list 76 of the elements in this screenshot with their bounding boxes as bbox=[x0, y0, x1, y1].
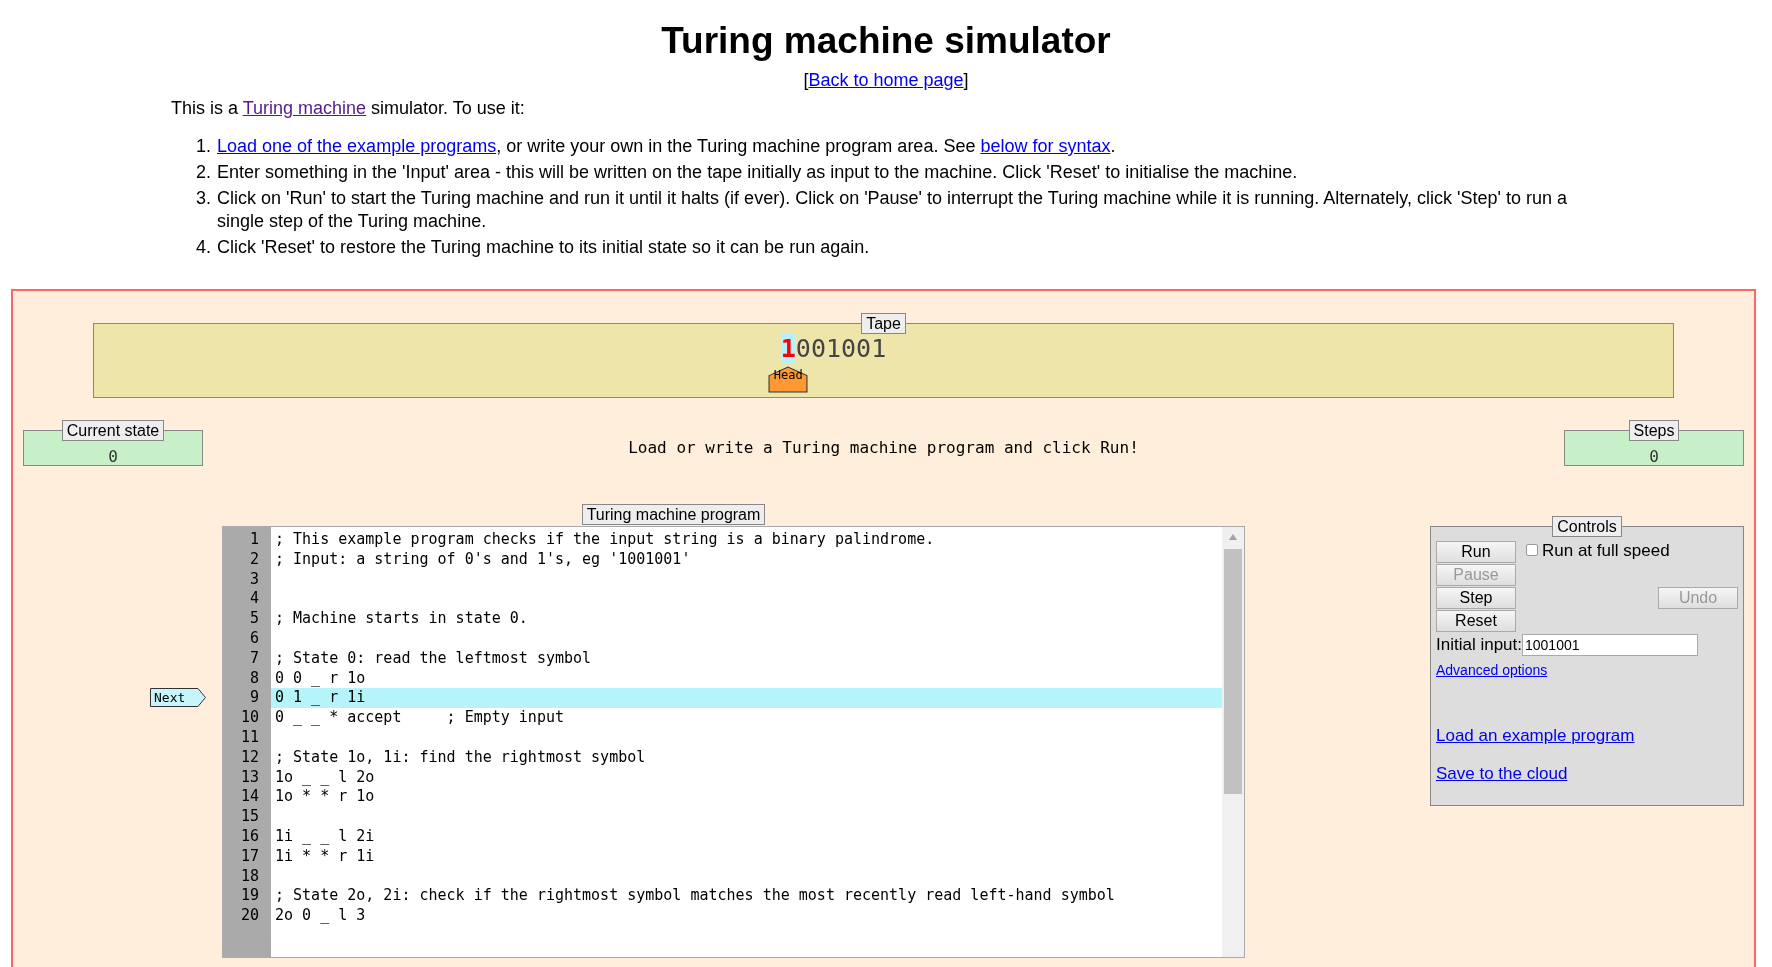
instruction-text: Load one of the example programs, or write your own in the Turing machine program area. See below for syntax. bbox=[217, 135, 1116, 158]
steps-label: Steps bbox=[1628, 420, 1680, 441]
code-line: ; State 1o, 1i: find the rightmost symbol bbox=[274, 747, 647, 768]
line-number: 14 bbox=[239, 787, 260, 808]
code-line: ; State 0: read the leftmost symbol bbox=[274, 648, 593, 669]
home-link[interactable]: Back to home page bbox=[808, 70, 964, 90]
bracket: [ bbox=[803, 70, 809, 90]
tape-cell: 1 bbox=[825, 334, 842, 364]
list-number: 3. bbox=[195, 187, 212, 210]
text-link[interactable]: Turing machine bbox=[242, 98, 367, 118]
head-marker: Head bbox=[768, 366, 809, 393]
code-line: 0 0 _ r 1o bbox=[274, 668, 367, 689]
code-line: 2o 0 _ l 3 bbox=[274, 906, 367, 926]
code-line: 1i _ _ l 2i bbox=[274, 826, 376, 847]
current-state-label: Current state bbox=[61, 420, 165, 441]
control-button[interactable]: Reset bbox=[1436, 610, 1516, 632]
code-line: ; Machine starts in state 0. bbox=[274, 609, 529, 629]
controls-label: Controls bbox=[1552, 516, 1622, 537]
list-number: 4. bbox=[195, 236, 212, 259]
tape-cell: 0 bbox=[810, 334, 826, 364]
tape-label: Tape bbox=[861, 313, 906, 334]
code-line: 1o _ _ l 2o bbox=[274, 767, 376, 788]
line-number: 16 bbox=[239, 826, 260, 847]
status-message: Load or write a Turing machine program and click Run! bbox=[628, 438, 1139, 457]
tape-cell: 0 bbox=[841, 334, 857, 364]
current-state-value: 0 bbox=[107, 447, 119, 466]
code-line: 1i * * r 1i bbox=[274, 846, 376, 867]
line-number: 4 bbox=[248, 589, 260, 610]
control-button[interactable]: Step bbox=[1436, 587, 1516, 609]
steps-value: 0 bbox=[1648, 447, 1660, 466]
line-number: 3 bbox=[248, 569, 260, 590]
list-number: 2. bbox=[195, 161, 212, 184]
input-label: Initial input: bbox=[1436, 635, 1522, 655]
line-number: 12 bbox=[239, 747, 260, 768]
line-number: 17 bbox=[239, 846, 260, 867]
initial-input-field[interactable]: 1001001 bbox=[1522, 634, 1698, 656]
line-number: 18 bbox=[239, 866, 260, 887]
text-link[interactable]: Save to the cloud bbox=[1436, 764, 1568, 784]
page-title: Turing machine simulator bbox=[660, 19, 1112, 63]
bracket: ] bbox=[963, 70, 969, 90]
advanced-options-link[interactable]: Advanced options bbox=[1436, 662, 1548, 678]
list-number: 1. bbox=[195, 135, 212, 158]
line-number: 11 bbox=[239, 727, 260, 748]
code-line: ; Input: a string of 0's and 1's, eg '1001001' bbox=[274, 549, 692, 570]
code-line: 1o * * r 1o bbox=[274, 787, 376, 808]
checkbox-label: Run at full speed bbox=[1542, 541, 1670, 561]
code-line: ; State 2o, 2i: check if the rightmost symbol matches the most recently read left-hand symbol bbox=[274, 886, 1116, 907]
instruction-text: Enter something in the 'Input' area - this will be written on the tape initially as input to the machine. Click 'Reset' to initialise the machine. bbox=[217, 161, 1298, 184]
line-number: 9 bbox=[248, 688, 260, 709]
line-number: 6 bbox=[248, 629, 260, 649]
code-line: ; This example program checks if the input string is a binary palindrome. bbox=[274, 530, 936, 550]
program-label: Turing machine program bbox=[581, 504, 766, 525]
code-line: 0 _ _ * accept ; Empty input bbox=[274, 708, 565, 728]
scrollbar[interactable] bbox=[1222, 527, 1244, 957]
line-number: 1 bbox=[248, 530, 260, 550]
line-number: 10 bbox=[239, 708, 260, 728]
line-number: 8 bbox=[248, 668, 260, 689]
instruction-text: Click on 'Run' to start the Turing machine and run it until it halts (if ever). Click on 'Pause' to interrupt the Turing machine while it is running. Alternately, click 'Step' to run a single step of the Turing machine. bbox=[217, 187, 1568, 233]
line-number: 20 bbox=[239, 906, 260, 926]
tape-cell: 0 bbox=[856, 334, 872, 364]
line-number: 7 bbox=[248, 648, 260, 669]
text-link[interactable]: below for syntax bbox=[980, 136, 1111, 156]
line-number: 13 bbox=[239, 767, 260, 788]
next-marker: Next bbox=[150, 688, 206, 708]
line-number: 5 bbox=[248, 609, 260, 629]
text-link[interactable]: Load one of the example programs bbox=[217, 136, 497, 156]
line-number: 2 bbox=[248, 549, 260, 570]
scroll-up-arrow-icon[interactable] bbox=[1228, 533, 1238, 541]
line-number: 19 bbox=[239, 886, 260, 907]
control-button[interactable]: Run bbox=[1436, 541, 1516, 563]
intro-text: This is a Turing machine simulator. To use it: bbox=[171, 97, 526, 120]
full-speed-checkbox[interactable] bbox=[1526, 544, 1538, 556]
text-link[interactable]: Load an example program bbox=[1436, 726, 1635, 746]
tape-cell: 1 bbox=[871, 334, 887, 364]
line-number: 15 bbox=[239, 807, 260, 827]
instruction-text: Click 'Reset' to restore the Turing machine to its initial state so it can be run again. bbox=[217, 236, 870, 259]
